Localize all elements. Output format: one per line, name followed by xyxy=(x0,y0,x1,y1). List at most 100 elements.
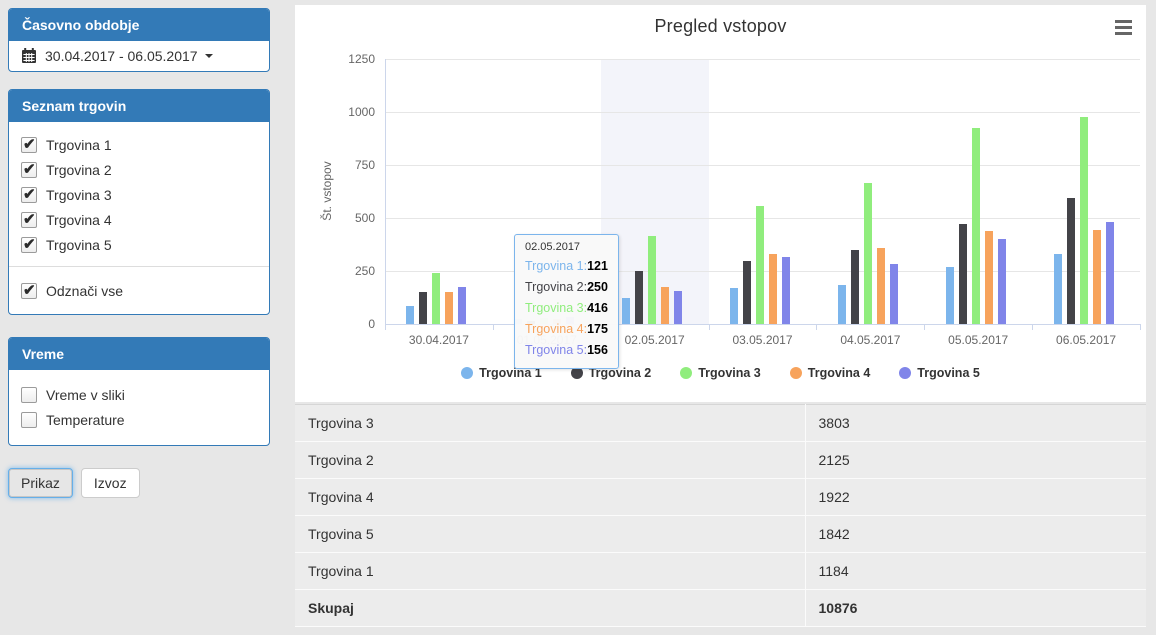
bar-trgovina-2-30-04-2017[interactable] xyxy=(419,292,427,324)
gridline xyxy=(385,59,1140,60)
legend-marker-icon xyxy=(461,367,473,379)
gridline xyxy=(385,165,1140,166)
bar-trgovina-3-03-05-2017[interactable] xyxy=(756,206,764,324)
bar-trgovina-3-04-05-2017[interactable] xyxy=(864,183,872,324)
bar-trgovina-2-06-05-2017[interactable] xyxy=(1067,198,1075,324)
checkbox-label: Temperature xyxy=(46,412,125,428)
checkbox-row-trgovina-1[interactable]: Trgovina 1 xyxy=(21,132,257,157)
checkbox-trgovina-5[interactable] xyxy=(21,237,37,253)
store-total-cell: 1922 xyxy=(805,479,1146,516)
bar-trgovina-4-30-04-2017[interactable] xyxy=(445,292,453,324)
bar-trgovina-5-03-05-2017[interactable] xyxy=(782,257,790,324)
checkbox-temperature[interactable] xyxy=(21,412,37,428)
y-axis-line xyxy=(385,59,386,324)
bar-trgovina-5-30-04-2017[interactable] xyxy=(458,287,466,324)
bar-trgovina-3-06-05-2017[interactable] xyxy=(1080,117,1088,324)
bar-trgovina-1-03-05-2017[interactable] xyxy=(730,288,738,324)
checkbox-label: Trgovina 2 xyxy=(46,162,112,178)
total-row: Skupaj10876 xyxy=(295,590,1146,627)
bar-trgovina-2-05-05-2017[interactable] xyxy=(959,224,967,324)
y-axis-label: 250 xyxy=(297,264,375,278)
bar-trgovina-5-02-05-2017[interactable] xyxy=(674,291,682,324)
checkbox-label: Trgovina 5 xyxy=(46,237,112,253)
sidebar: Časovno obdobje 30.04.2017 - 06.05.2017 … xyxy=(8,8,270,498)
bar-trgovina-2-03-05-2017[interactable] xyxy=(743,261,751,324)
checkbox-trgovina-1[interactable] xyxy=(21,137,37,153)
bar-trgovina-1-05-05-2017[interactable] xyxy=(946,267,954,324)
weather-title: Vreme xyxy=(9,338,269,370)
store-total-cell: 1184 xyxy=(805,553,1146,590)
y-axis-label: 1000 xyxy=(297,105,375,119)
chevron-down-icon xyxy=(205,54,213,58)
store-list-title: Seznam trgovin xyxy=(9,90,269,122)
legend-item-trgovina-3[interactable]: Trgovina 3 xyxy=(680,366,761,380)
checkbox-label: Trgovina 1 xyxy=(46,137,112,153)
checkbox-row-temperature[interactable]: Temperature xyxy=(21,407,257,432)
bar-trgovina-3-02-05-2017[interactable] xyxy=(648,236,656,324)
checkbox-row-trgovina-3[interactable]: Trgovina 3 xyxy=(21,182,257,207)
bar-trgovina-1-30-04-2017[interactable] xyxy=(406,306,414,324)
bar-trgovina-1-04-05-2017[interactable] xyxy=(838,285,846,324)
table-row: Trgovina 11184 xyxy=(295,553,1146,590)
table-row: Trgovina 33803 xyxy=(295,405,1146,442)
bar-trgovina-1-06-05-2017[interactable] xyxy=(1054,254,1062,324)
tooltip-row: Trgovina 3:416 xyxy=(525,298,608,319)
store-list-panel: Seznam trgovin Trgovina 1 Trgovina 2 Trgov… xyxy=(8,89,270,315)
checkbox-trgovina-3[interactable] xyxy=(21,187,37,203)
checkbox-row-trgovina-5[interactable]: Trgovina 5 xyxy=(21,232,257,257)
checkbox-row-trgovina-4[interactable]: Trgovina 4 xyxy=(21,207,257,232)
bar-trgovina-4-05-05-2017[interactable] xyxy=(985,231,993,324)
bar-trgovina-3-30-04-2017[interactable] xyxy=(432,273,440,324)
date-range-value: 30.04.2017 - 06.05.2017 xyxy=(45,48,198,64)
tooltip-row: Trgovina 2:250 xyxy=(525,277,608,298)
checkbox-row-trgovina-2[interactable]: Trgovina 2 xyxy=(21,157,257,182)
bar-trgovina-5-04-05-2017[interactable] xyxy=(890,264,898,324)
gridline xyxy=(385,112,1140,113)
legend-item-trgovina-5[interactable]: Trgovina 5 xyxy=(899,366,980,380)
x-axis-label: 04.05.2017 xyxy=(816,333,924,347)
checkbox-trgovina-2[interactable] xyxy=(21,162,37,178)
table-row: Trgovina 22125 xyxy=(295,442,1146,479)
checkbox-row-odzna-i-vse[interactable]: Odznači vse xyxy=(21,278,257,303)
checkbox-odzna-i-vse[interactable] xyxy=(21,283,37,299)
action-buttons: Prikaz Izvoz xyxy=(8,468,270,498)
legend-item-trgovina-4[interactable]: Trgovina 4 xyxy=(790,366,871,380)
legend-marker-icon xyxy=(790,367,802,379)
bar-trgovina-1-02-05-2017[interactable] xyxy=(622,298,630,324)
chart-plot: 025050075010001250Št. vstopov30.04.20170… xyxy=(295,5,1146,402)
bar-trgovina-4-02-05-2017[interactable] xyxy=(661,287,669,324)
tooltip-date: 02.05.2017 xyxy=(525,241,608,253)
store-name-cell: Skupaj xyxy=(295,590,805,627)
store-total-cell: 1842 xyxy=(805,516,1146,553)
y-axis-title: Št. vstopov xyxy=(320,151,334,231)
date-range-dropdown[interactable]: 30.04.2017 - 06.05.2017 xyxy=(9,41,269,71)
show-button[interactable]: Prikaz xyxy=(8,468,73,498)
store-name-cell: Trgovina 3 xyxy=(295,405,805,442)
checkbox-row-vreme-v-sliki[interactable]: Vreme v sliki xyxy=(21,382,257,407)
chart-tooltip: 02.05.2017 Trgovina 1:121Trgovina 2:250T… xyxy=(514,234,619,369)
checkbox-vreme-v-sliki[interactable] xyxy=(21,387,37,403)
tooltip-row: Trgovina 1:121 xyxy=(525,256,608,277)
bar-trgovina-3-05-05-2017[interactable] xyxy=(972,128,980,324)
time-period-title: Časovno obdobje xyxy=(9,9,269,41)
export-button[interactable]: Izvoz xyxy=(81,468,140,498)
store-name-cell: Trgovina 4 xyxy=(295,479,805,516)
bar-trgovina-4-03-05-2017[interactable] xyxy=(769,254,777,324)
bar-trgovina-2-04-05-2017[interactable] xyxy=(851,250,859,324)
store-total-cell: 2125 xyxy=(805,442,1146,479)
y-axis-label: 0 xyxy=(297,317,375,331)
checkbox-trgovina-4[interactable] xyxy=(21,212,37,228)
store-name-cell: Trgovina 2 xyxy=(295,442,805,479)
tooltip-row: Trgovina 4:175 xyxy=(525,319,608,340)
y-axis-label: 1250 xyxy=(297,52,375,66)
bar-trgovina-5-05-05-2017[interactable] xyxy=(998,239,1006,324)
bar-trgovina-4-04-05-2017[interactable] xyxy=(877,248,885,324)
bar-trgovina-5-06-05-2017[interactable] xyxy=(1106,222,1114,324)
bar-trgovina-2-02-05-2017[interactable] xyxy=(635,271,643,324)
x-axis-label: 30.04.2017 xyxy=(385,333,493,347)
legend-label: Trgovina 5 xyxy=(917,366,980,380)
calendar-icon xyxy=(21,48,37,64)
legend-marker-icon xyxy=(680,367,692,379)
legend-marker-icon xyxy=(899,367,911,379)
bar-trgovina-4-06-05-2017[interactable] xyxy=(1093,230,1101,324)
